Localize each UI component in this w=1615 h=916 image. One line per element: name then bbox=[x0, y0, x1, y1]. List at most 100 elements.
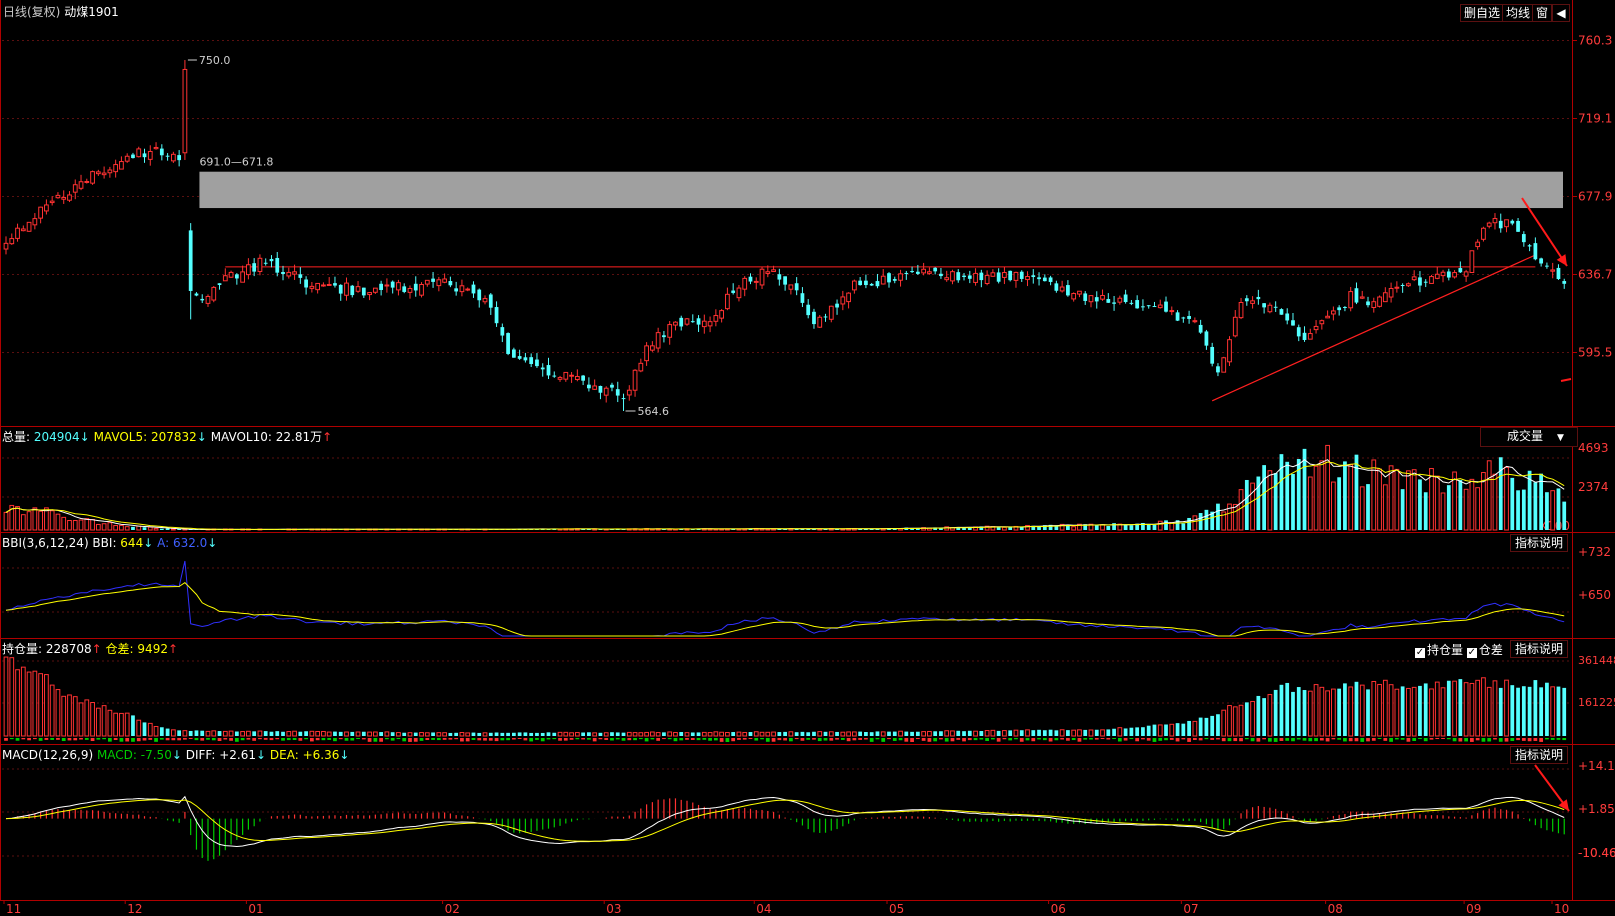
oi-diff-bar bbox=[1089, 738, 1093, 740]
candle-body-up bbox=[78, 181, 84, 189]
oi-diff-bar bbox=[373, 738, 378, 742]
candle-body-up bbox=[1382, 292, 1388, 303]
candle-body-down bbox=[552, 375, 557, 377]
candle-body-down bbox=[1083, 293, 1088, 301]
oi-bar-up bbox=[1475, 679, 1481, 737]
volume-bar-up bbox=[15, 506, 20, 531]
x-tick-label: 01 bbox=[248, 902, 263, 916]
oi-diff-bar bbox=[1060, 738, 1065, 740]
candle-body-up bbox=[1440, 271, 1446, 277]
candle-body-down bbox=[812, 311, 816, 325]
oi-bar-down bbox=[552, 732, 557, 736]
candle-body-up bbox=[15, 227, 20, 239]
candle-body-up bbox=[973, 272, 978, 283]
oi-diff-bar bbox=[1216, 738, 1220, 740]
volume-bar-down bbox=[967, 527, 972, 530]
candle-body-down bbox=[939, 273, 943, 277]
candle-body-down bbox=[1539, 258, 1544, 264]
candle-body-down bbox=[477, 289, 482, 301]
indicator-dropdown[interactable]: 成交量 ▼ bbox=[1480, 427, 1578, 447]
oi-bar-up bbox=[119, 712, 124, 737]
oi-diff-bar bbox=[90, 738, 95, 742]
oi-diff-bar bbox=[1164, 738, 1168, 741]
oi-bar-up bbox=[1319, 686, 1325, 737]
grid bbox=[0, 0, 1615, 901]
oi-help-button[interactable]: 指标说明 bbox=[1510, 640, 1569, 658]
oi-diff-bar bbox=[1533, 738, 1538, 741]
oi-bar-down bbox=[1556, 686, 1561, 736]
oi-diff-bar bbox=[719, 738, 724, 742]
bbi-a-value: 632.0 bbox=[172, 536, 208, 550]
mavol10-value: 22.81万 bbox=[275, 430, 323, 444]
candle-body-up bbox=[344, 282, 349, 296]
oi-diff-bar bbox=[967, 738, 972, 741]
candle-body-up bbox=[286, 271, 292, 277]
oi-diff-bar bbox=[258, 738, 262, 740]
oi-bar-down bbox=[1210, 715, 1215, 736]
bbi-help-button[interactable]: 指标说明 bbox=[1510, 534, 1569, 552]
oi-bar-up bbox=[713, 731, 719, 737]
oi-diff-bar bbox=[1250, 738, 1255, 742]
candle-body-up bbox=[1463, 271, 1469, 277]
moving-average-button[interactable]: 均线 bbox=[1502, 4, 1535, 22]
oi-diff-bar bbox=[385, 738, 389, 740]
window-button[interactable]: 窗 bbox=[1532, 4, 1553, 22]
oi-diff-checkbox[interactable]: ✓ 仓差 bbox=[1466, 643, 1503, 658]
candle-body-up bbox=[828, 305, 834, 320]
oi-diff-bar bbox=[1412, 738, 1417, 742]
candle-body-down bbox=[621, 398, 626, 400]
volume-bar-up bbox=[1313, 465, 1319, 531]
volume-bar-down bbox=[1556, 488, 1561, 530]
oi-diff-bar bbox=[448, 738, 453, 740]
x-tick-label: 09 bbox=[1466, 902, 1481, 916]
oi-diff-bar bbox=[950, 738, 955, 742]
oi-bar-down bbox=[188, 730, 193, 736]
oi-bar-down bbox=[962, 731, 966, 736]
oi-bar-up bbox=[1192, 720, 1198, 737]
oi-diff-bar bbox=[217, 738, 222, 742]
oi-bar-up bbox=[765, 731, 771, 737]
volume-bar-down bbox=[1008, 527, 1013, 530]
oi-bar-up bbox=[1157, 724, 1163, 737]
oi-diff-bar bbox=[1527, 738, 1532, 742]
candle-body-down bbox=[402, 286, 407, 292]
oi-diff-bar bbox=[783, 738, 787, 741]
arrow-left-bar-icon[interactable]: ◀ bbox=[1552, 4, 1570, 22]
oi-diff-bar bbox=[910, 738, 914, 742]
oi-bar-down bbox=[275, 731, 280, 736]
oi-diff-bar bbox=[1475, 738, 1480, 741]
candle-body-up bbox=[26, 221, 32, 232]
delete-favorite-button[interactable]: 删自选 bbox=[1460, 4, 1505, 22]
oi-diff-bar bbox=[1094, 738, 1099, 740]
open-interest-checkbox[interactable]: ✓ 持仓量 bbox=[1415, 643, 1463, 658]
bbi-legend: BBI(3,6,12,24) BBI: 644↓ A: 632.0↓ bbox=[2, 536, 218, 550]
oi-bar-down bbox=[131, 715, 135, 736]
oi-bar-down bbox=[1285, 682, 1290, 736]
oi-diff-bar bbox=[742, 738, 747, 740]
x-tick-label: 11 bbox=[6, 902, 21, 916]
volume-bar-up bbox=[1307, 476, 1313, 531]
volume-bar-down bbox=[1539, 473, 1544, 530]
oi-diff-bar bbox=[1268, 738, 1272, 742]
volume-bar-down bbox=[1262, 465, 1267, 530]
oi-bar-down bbox=[835, 731, 839, 736]
candle-body-up bbox=[1307, 333, 1313, 340]
candle-body-down bbox=[835, 303, 839, 308]
oi-diff-bar bbox=[119, 738, 124, 742]
candle-body-down bbox=[864, 280, 868, 286]
oi-diff-bar bbox=[552, 738, 557, 740]
oi-diff-bar bbox=[73, 738, 78, 741]
candlestick-chart[interactable]: 760.3719.1677.9636.7595.546932374X100+73… bbox=[0, 0, 1615, 916]
candle-body-down bbox=[587, 384, 591, 389]
oi-bar-up bbox=[673, 731, 678, 737]
volume-bar-up bbox=[1377, 468, 1382, 531]
candle-body-up bbox=[563, 371, 569, 380]
volume-bar-up bbox=[1463, 488, 1469, 531]
candle-body-down bbox=[610, 384, 614, 388]
candle-body-up bbox=[1250, 300, 1255, 304]
oi-diff-bar bbox=[361, 738, 366, 740]
oi-bar-down bbox=[1354, 681, 1359, 736]
oi-diff-bar bbox=[1285, 738, 1290, 741]
macd-help-button[interactable]: 指标说明 bbox=[1510, 746, 1569, 764]
oi-bar-down bbox=[511, 732, 516, 736]
